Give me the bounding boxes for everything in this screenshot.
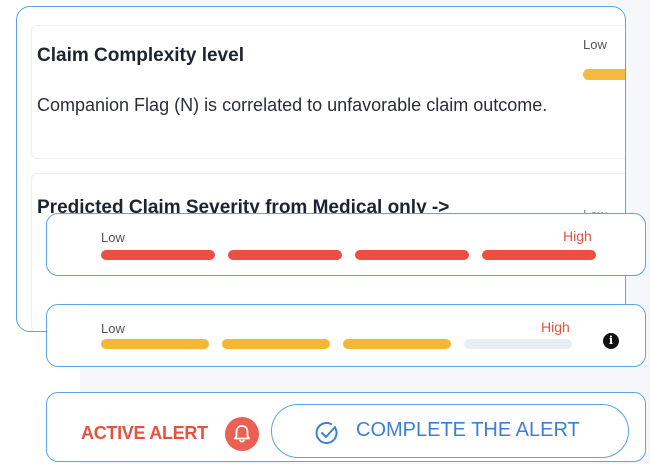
claim-complexity-title: Claim Complexity level xyxy=(37,45,244,66)
check-circle-icon xyxy=(315,421,338,444)
meter-high-label: High xyxy=(541,319,570,335)
active-alert-label: ACTIVE ALERT xyxy=(81,423,208,443)
yellow-meter-segment xyxy=(343,339,451,349)
claim-insights-card: Claim Complexity level Companion Flag (N… xyxy=(16,6,626,332)
complete-alert-button[interactable]: COMPLETE THE ALERT xyxy=(271,404,629,458)
complexity-level-bar xyxy=(583,69,625,80)
red-meter-segment xyxy=(228,250,342,260)
complete-alert-label: COMPLETE THE ALERT xyxy=(356,419,580,441)
yellow-severity-meter: Low High i xyxy=(46,304,646,367)
meter-low-label: Low xyxy=(101,321,125,336)
complexity-level-label: Low xyxy=(583,37,607,52)
meter-low-label: Low xyxy=(101,230,125,245)
yellow-meter-segment xyxy=(101,339,209,349)
alert-card: ACTIVE ALERT COMPLETE THE ALERT xyxy=(46,392,646,462)
red-meter-segment xyxy=(355,250,469,260)
red-meter-segment xyxy=(101,250,215,260)
yellow-meter-segment xyxy=(464,339,572,349)
info-icon[interactable]: i xyxy=(603,333,619,349)
claim-complexity-description: Companion Flag (N) is correlated to unfa… xyxy=(37,95,548,115)
meter-high-label: High xyxy=(563,228,592,244)
yellow-meter-segment xyxy=(222,339,330,349)
bell-icon[interactable] xyxy=(225,417,259,451)
red-severity-meter: Low High xyxy=(46,213,646,276)
red-meter-segment xyxy=(482,250,596,260)
